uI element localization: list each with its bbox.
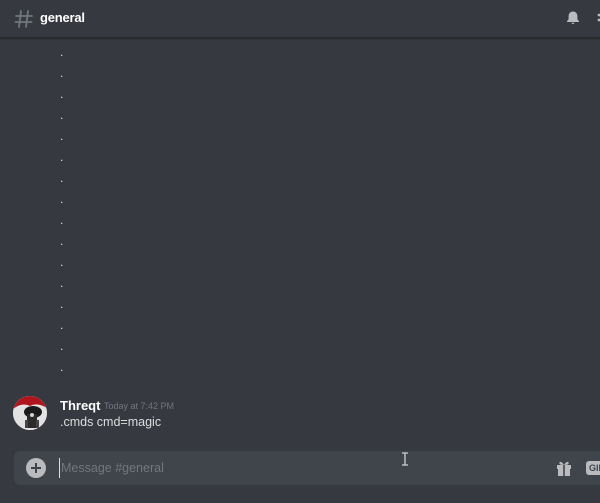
dot-message: . (60, 108, 64, 122)
dot-message: . (60, 255, 64, 269)
message-composer: GIF (14, 451, 600, 485)
bell-icon[interactable] (565, 10, 581, 26)
dot-message: . (60, 150, 64, 164)
message-input[interactable] (59, 458, 531, 478)
username[interactable]: Threqt (60, 398, 100, 414)
plus-icon[interactable] (26, 458, 46, 478)
message-text: .cmds cmd=magic (60, 415, 162, 429)
channel-header: general (0, 0, 600, 38)
dot-message: . (60, 213, 64, 227)
dot-message: . (60, 87, 64, 101)
dot-message: . (60, 171, 64, 185)
overflow-icon[interactable] (596, 12, 600, 26)
hash-icon (14, 10, 33, 28)
dot-message: . (60, 297, 64, 311)
gift-icon[interactable] (555, 459, 573, 477)
dot-message: . (60, 360, 64, 374)
avatar[interactable] (13, 396, 47, 430)
dot-message: . (60, 129, 64, 143)
chat-window: general . . . . . . . . . . . . . . . . (0, 0, 600, 503)
dot-message: . (60, 339, 64, 353)
dot-message: . (60, 45, 64, 59)
text-cursor-icon (402, 452, 408, 466)
dot-message: . (60, 192, 64, 206)
channel-name: general (40, 10, 85, 25)
gif-button[interactable]: GIF (586, 461, 600, 475)
dot-message: . (60, 318, 64, 332)
avatar-image (13, 396, 47, 430)
dot-message: . (60, 66, 64, 80)
timestamp: Today at 7:42 PM (104, 401, 175, 411)
message-list: . . . . . . . . . . . . . . . . Threqt T… (0, 38, 600, 438)
dot-message: . (60, 234, 64, 248)
dot-message: . (60, 276, 64, 290)
message: Threqt Today at 7:42 PM .cmds cmd=magic (0, 394, 600, 434)
